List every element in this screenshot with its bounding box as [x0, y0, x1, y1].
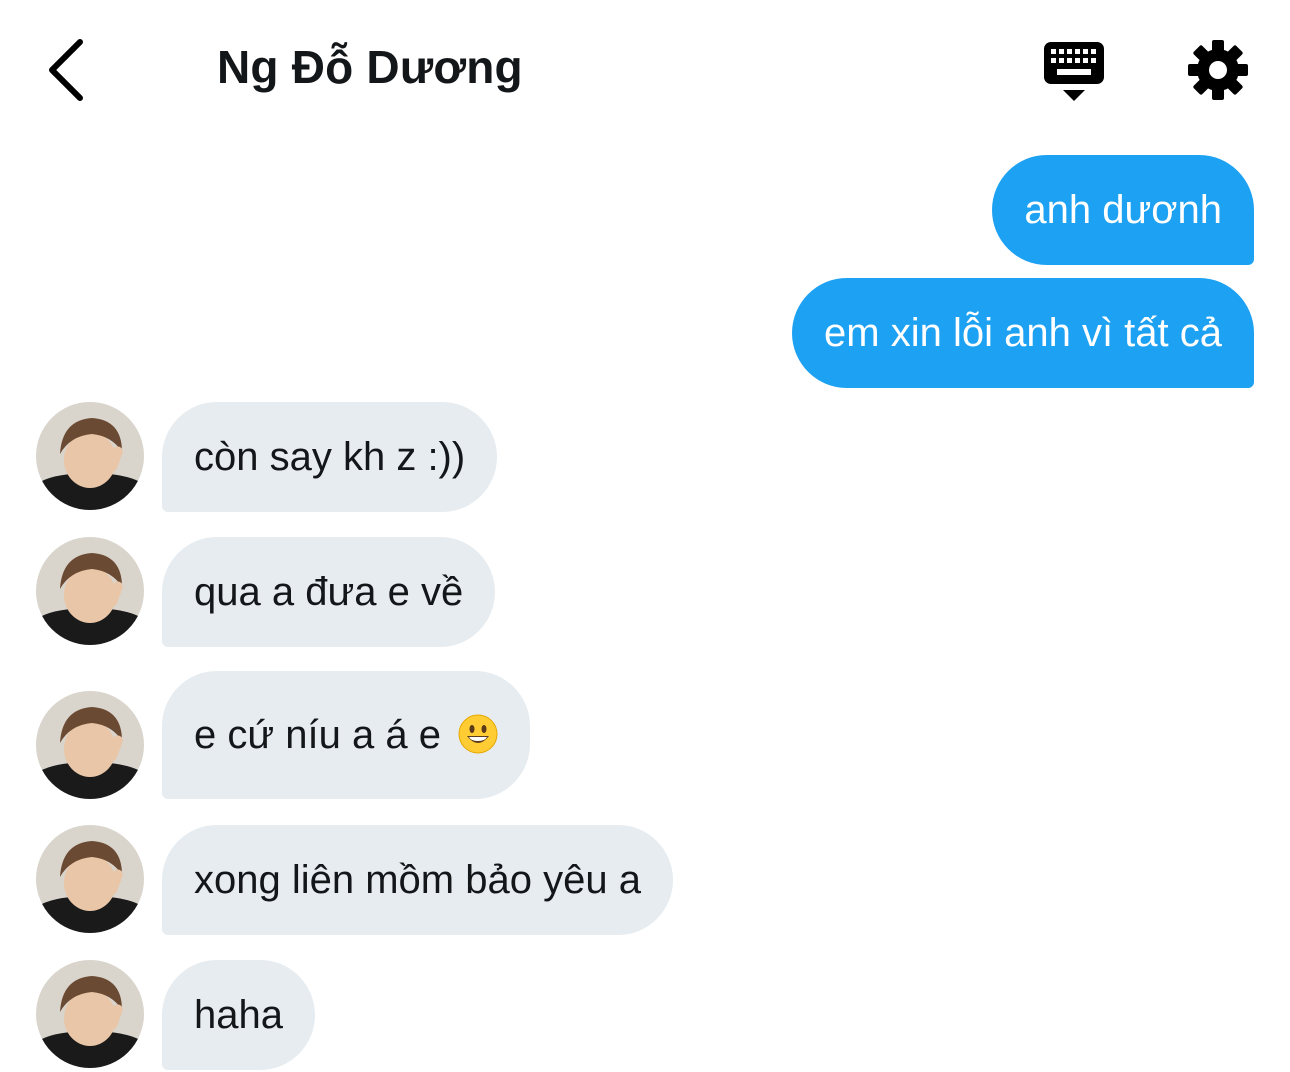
message-text: em xin lỗi anh vì tất cả: [824, 311, 1222, 355]
message-text: haha: [194, 993, 283, 1037]
keyboard-button[interactable]: [1042, 40, 1106, 104]
received-message-bubble[interactable]: e cứ níu a á e: [162, 671, 531, 799]
avatar[interactable]: [36, 402, 144, 510]
message-text: anh dươnh: [1024, 188, 1222, 232]
message-text: qua a đưa e về: [194, 570, 464, 614]
contact-name[interactable]: Ng Đỗ Dương: [217, 40, 523, 94]
avatar[interactable]: [36, 960, 144, 1068]
conversation-header: Ng Đỗ Dương: [0, 0, 1290, 140]
message-text: xong liên mồm bảo yêu a: [194, 858, 641, 902]
message-text: e cứ níu a á e: [194, 713, 441, 757]
avatar[interactable]: [36, 691, 144, 799]
received-message-bubble[interactable]: còn say kh z :)): [162, 402, 498, 512]
keyboard-icon: [1044, 42, 1104, 101]
received-message-bubble[interactable]: qua a đưa e về: [162, 537, 496, 647]
sent-message-bubble[interactable]: em xin lỗi anh vì tất cả: [792, 278, 1254, 388]
received-message-bubble[interactable]: xong liên mồm bảo yêu a: [162, 825, 673, 935]
avatar[interactable]: [36, 825, 144, 933]
gear-icon: [1188, 40, 1248, 100]
message-text: còn say kh z :)): [194, 435, 466, 479]
chevron-left-icon: [49, 39, 83, 101]
received-message-bubble[interactable]: haha: [162, 960, 315, 1070]
grinning-face-emoji: [458, 714, 498, 754]
sent-message-bubble[interactable]: anh dươnh: [992, 155, 1254, 265]
settings-button[interactable]: [1186, 38, 1250, 102]
back-button[interactable]: [40, 36, 96, 104]
avatar[interactable]: [36, 537, 144, 645]
